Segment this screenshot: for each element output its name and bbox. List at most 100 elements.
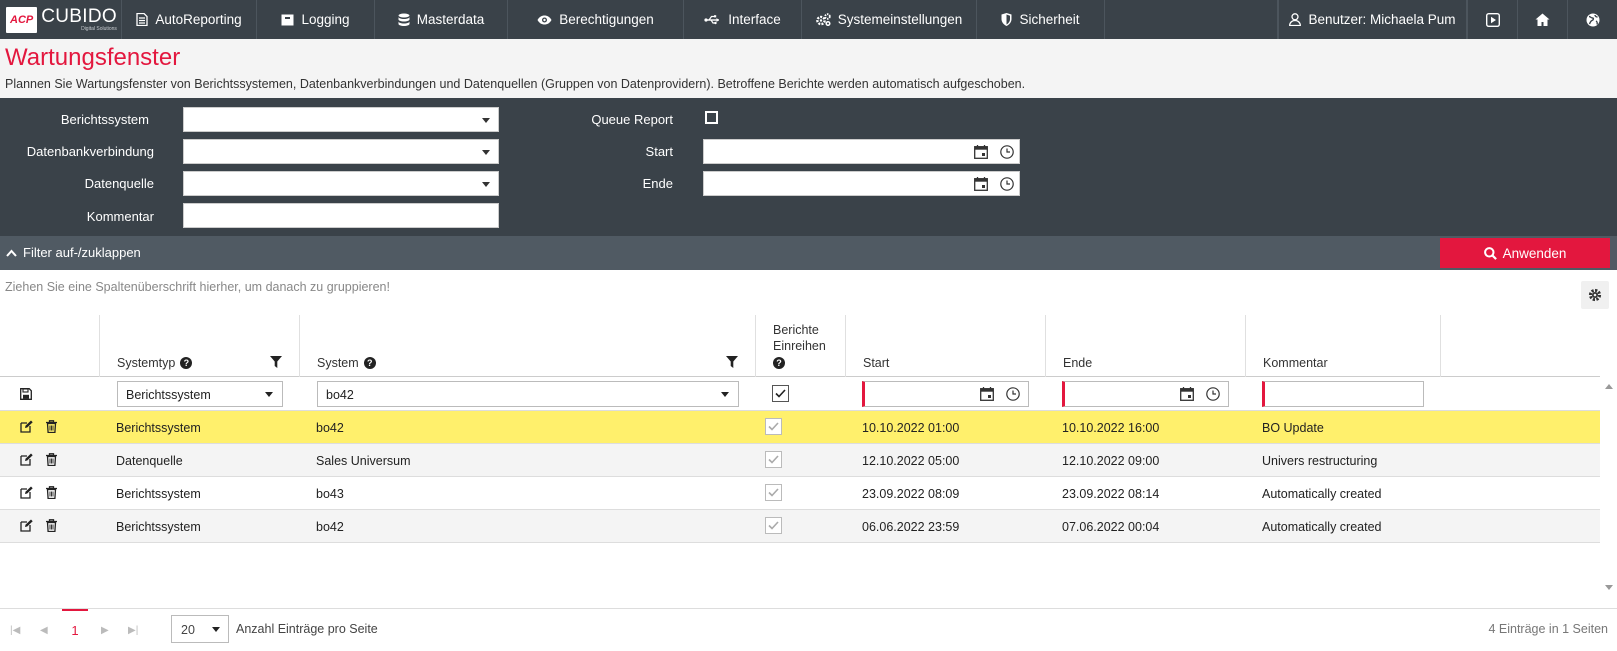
checkmark-icon — [768, 488, 779, 497]
start-edit-input[interactable] — [862, 381, 1029, 407]
nav-interface[interactable]: Interface — [684, 0, 802, 39]
systemtyp-select[interactable]: Berichtssystem — [117, 381, 283, 407]
current-page[interactable]: 1 — [62, 609, 88, 650]
grid-edit-row: Berichtssystem bo42 — [0, 378, 1600, 411]
save-icon[interactable] — [20, 388, 32, 400]
help-icon[interactable]: ? — [363, 357, 376, 369]
clock-icon[interactable] — [1000, 177, 1014, 191]
logo[interactable]: ACP CUBIDO Digital Solutions — [0, 0, 122, 39]
nav-berechtigungen[interactable]: Berechtigungen — [508, 0, 684, 39]
column-header-start[interactable]: Start — [845, 315, 1045, 377]
scroll-up-icon[interactable] — [1605, 383, 1613, 389]
nav-label: Masterdata — [416, 12, 485, 27]
kommentar-input[interactable] — [183, 203, 499, 228]
page-header: Wartungsfenster Plannen Sie Wartungsfens… — [0, 39, 1617, 98]
filter-panel: Berichtssystem Datenbankverbindung Daten… — [0, 98, 1617, 236]
last-page-icon[interactable]: ▶| — [128, 625, 138, 636]
clock-icon[interactable] — [1000, 145, 1014, 159]
column-title-line1: Berichte — [773, 323, 819, 337]
page-size-select[interactable]: 20 — [171, 615, 229, 643]
trash-icon[interactable] — [46, 519, 57, 532]
nav-systemeinstellungen[interactable]: Systemeinstellungen — [802, 0, 977, 39]
page-description: Plannen Sie Wartungsfenster von Berichts… — [5, 77, 1026, 91]
calendar-icon[interactable] — [974, 145, 988, 159]
nav-label: Systemeinstellungen — [837, 12, 963, 27]
queue-checkbox[interactable] — [772, 385, 789, 402]
cell-systemtyp: Berichtssystem — [116, 421, 201, 435]
cell-kommentar: Automatically created — [1262, 487, 1382, 501]
filter-icon[interactable] — [726, 356, 738, 368]
start-datetime-input[interactable] — [703, 139, 1020, 164]
trash-icon[interactable] — [46, 420, 57, 433]
chevron-down-icon — [482, 182, 490, 187]
checkmark-icon — [768, 455, 779, 464]
help-icon[interactable]: ? — [773, 357, 785, 369]
filter-icon[interactable] — [270, 356, 282, 368]
clock-icon[interactable] — [1006, 387, 1020, 401]
queue-checkbox — [765, 517, 782, 534]
queue-report-label: Queue Report — [591, 112, 673, 127]
edit-icon[interactable] — [20, 519, 33, 532]
queue-report-checkbox[interactable] — [705, 111, 718, 124]
chevron-down-icon — [212, 627, 220, 632]
help-icon[interactable]: ? — [180, 357, 193, 369]
checkmark-icon — [775, 389, 786, 398]
filter-toggle[interactable]: Filter auf-/zuklappen — [6, 245, 141, 260]
datenquelle-label: Datenquelle — [84, 176, 154, 191]
column-header-systemtyp[interactable]: Systemtyp? — [99, 315, 299, 377]
calendar-icon[interactable] — [1180, 387, 1194, 401]
eye-icon — [537, 15, 552, 24]
nav-sicherheit[interactable]: Sicherheit — [977, 0, 1105, 39]
next-page-icon[interactable]: ▶ — [101, 625, 109, 636]
datenbankverbindung-select[interactable] — [183, 139, 499, 164]
vertical-scrollbar[interactable] — [1600, 378, 1617, 596]
cell-ende: 12.10.2022 09:00 — [1062, 454, 1160, 468]
calendar-icon[interactable] — [974, 177, 988, 191]
database-icon — [398, 13, 410, 26]
prev-page-icon[interactable]: ◀ — [40, 625, 48, 636]
table-row[interactable]: Datenquelle Sales Universum 12.10.2022 05:… — [0, 444, 1600, 477]
clock-icon[interactable] — [1206, 387, 1220, 401]
grid-settings-button[interactable] — [1581, 281, 1609, 309]
column-title: Ende — [1063, 356, 1093, 370]
trash-icon[interactable] — [46, 486, 57, 499]
trash-icon[interactable] — [46, 453, 57, 466]
column-title: Systemtyp — [117, 356, 176, 370]
column-header-berichte-einreihen[interactable]: Berichte Einreihen ? — [755, 315, 845, 377]
scroll-down-icon[interactable] — [1605, 585, 1613, 591]
cell-system: bo43 — [316, 487, 344, 501]
first-page-icon[interactable]: |◀ — [10, 625, 20, 636]
nav-masterdata[interactable]: Masterdata — [375, 0, 508, 39]
play-button[interactable] — [1467, 0, 1517, 39]
globe-button[interactable] — [1567, 0, 1617, 39]
edit-icon[interactable] — [20, 486, 33, 499]
document-icon — [136, 13, 148, 26]
berichtssystem-select[interactable] — [183, 107, 499, 132]
nav-autoreporting[interactable]: AutoReporting — [122, 0, 257, 39]
edit-icon[interactable] — [20, 420, 33, 433]
ende-datetime-input[interactable] — [703, 171, 1020, 196]
column-header-ende[interactable]: Ende — [1045, 315, 1245, 377]
calendar-icon[interactable] — [980, 387, 994, 401]
column-header-system[interactable]: System? — [299, 315, 755, 377]
table-row[interactable]: Berichtssystem bo42 06.06.2022 23:59 07.06.… — [0, 510, 1600, 543]
column-title: System — [317, 356, 359, 370]
apply-button[interactable]: Anwenden — [1440, 238, 1610, 268]
systemtyp-value: Berichtssystem — [126, 388, 211, 402]
edit-icon[interactable] — [20, 453, 33, 466]
home-button[interactable] — [1517, 0, 1567, 39]
table-row[interactable]: Berichtssystem bo42 10.10.2022 01:00 10.10.… — [0, 411, 1600, 444]
cell-start: 12.10.2022 05:00 — [862, 454, 960, 468]
ende-edit-input[interactable] — [1062, 381, 1229, 407]
table-row[interactable]: Berichtssystem bo43 23.09.2022 08:09 23.09.… — [0, 477, 1600, 510]
shield-icon — [1001, 13, 1012, 26]
kommentar-edit-input[interactable] — [1262, 381, 1424, 407]
user-menu[interactable]: Benutzer: Michaela Pum — [1278, 0, 1467, 39]
column-header-kommentar[interactable]: Kommentar — [1245, 315, 1441, 377]
nav-logging[interactable]: Logging — [257, 0, 375, 39]
system-select[interactable]: bo42 — [317, 381, 739, 407]
cell-system: bo42 — [316, 520, 344, 534]
datenquelle-select[interactable] — [183, 171, 499, 196]
column-title-line2: Einreihen — [773, 339, 826, 353]
pager-info: 4 Einträge in 1 Seiten — [1488, 622, 1608, 636]
